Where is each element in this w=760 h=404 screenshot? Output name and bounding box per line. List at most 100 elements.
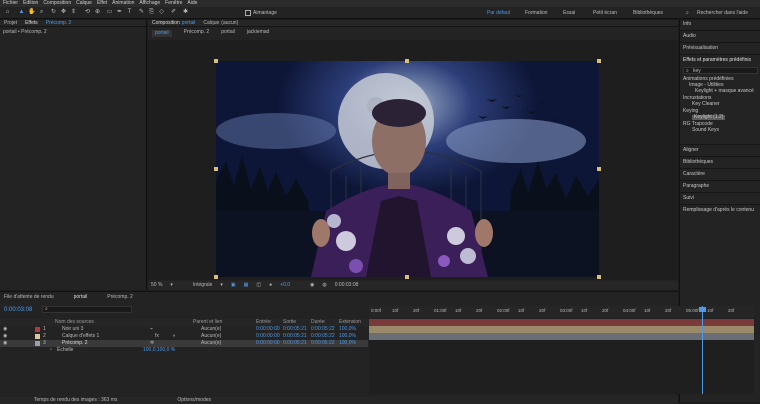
playhead[interactable]	[702, 306, 703, 394]
zoom-tool-icon[interactable]: ⌕	[38, 9, 45, 16]
breadcrumb-portail-2[interactable]: portail	[221, 30, 235, 37]
tab-layer[interactable]: Calque	[203, 20, 219, 26]
tab-comp-name[interactable]: portail	[182, 20, 196, 26]
tree-keylight[interactable]: Keylight (1.2)	[692, 115, 726, 120]
tab-timeline-precomp[interactable]: Précomp. 2	[107, 295, 133, 300]
label-color[interactable]	[35, 327, 40, 332]
layer-out[interactable]: 0:00:05:21	[283, 341, 307, 346]
transform-handle[interactable]	[597, 275, 601, 279]
puppet-tool-icon[interactable]: ✱	[182, 9, 189, 16]
transform-handle[interactable]	[214, 275, 218, 279]
parent-dropdown[interactable]: Aucun(e)	[201, 334, 221, 339]
layer-name[interactable]: Précomp. 2	[62, 341, 88, 346]
tree-key-cleaner[interactable]: Key Cleaner	[692, 102, 720, 107]
layer-stretch[interactable]: 100,0%	[339, 327, 356, 332]
color-channel-icon[interactable]: ●	[269, 283, 272, 288]
mask-visibility-icon[interactable]: ◫	[256, 283, 261, 288]
preview-frame[interactable]	[216, 61, 599, 277]
pan-behind-tool-icon[interactable]: ⊕	[94, 9, 101, 16]
panel-character[interactable]: Caractère	[683, 172, 705, 177]
pan-camera-icon[interactable]: ✥	[60, 9, 67, 16]
transparency-grid-icon[interactable]: ▦	[244, 283, 249, 288]
eye-icon[interactable]: ◉	[3, 341, 7, 346]
layer-name[interactable]: Calque d'effets 1	[62, 334, 99, 339]
layer-row[interactable]: ◉ 2 Calque d'effets 1 fx ◐ Aucun(e) 0:00…	[0, 333, 368, 340]
transform-handle[interactable]	[597, 167, 601, 171]
tab-composition[interactable]: Composition	[152, 20, 180, 26]
workspace-essentials[interactable]: Essai	[563, 11, 575, 16]
menu-fenetre[interactable]: Fenêtre	[165, 1, 182, 6]
search-help-icon[interactable]: ⌕	[686, 11, 689, 16]
menu-composition[interactable]: Composition	[43, 1, 71, 6]
panel-content-aware-fill[interactable]: Remplissage d'après le contenu	[683, 208, 754, 213]
effects-search-input[interactable]: key	[693, 69, 701, 74]
tab-project[interactable]: Projet	[4, 20, 17, 26]
scale-value[interactable]: 100,0,100,0 %	[143, 348, 175, 353]
rotation-tool-icon[interactable]: ⟲	[84, 9, 91, 16]
toggle-modes[interactable]: Options/modes	[177, 398, 211, 403]
panel-info[interactable]: Info	[683, 22, 691, 27]
transform-handle[interactable]	[405, 59, 409, 63]
transform-handle[interactable]	[214, 59, 218, 63]
effects-search-box[interactable]: ⌕ key	[683, 67, 758, 74]
timeline-tracks[interactable]: 0:00f 10f 20f 01:00f 10f 20f 02:00f 10f 20f 03:00…	[369, 306, 754, 394]
brush-tool-icon[interactable]: ✎	[138, 9, 145, 16]
layer-duration[interactable]: 0:00:05:22	[311, 341, 335, 346]
dolly-camera-icon[interactable]: ⇕	[70, 9, 77, 16]
layer-in[interactable]: 0:00:00:00	[256, 334, 280, 339]
parent-dropdown[interactable]: Aucun(e)	[201, 327, 221, 332]
timeline-timecode[interactable]: 0:00:03:08	[4, 307, 32, 313]
track-bar-3[interactable]	[369, 333, 754, 340]
quality-dropdown[interactable]: Intégrale	[193, 283, 212, 288]
menu-animation[interactable]: Animation	[112, 1, 134, 6]
panel-paragraph[interactable]: Paragraphe	[683, 184, 709, 189]
tab-precomp[interactable]: Précomp. 2	[46, 20, 72, 26]
label-color[interactable]	[35, 334, 40, 339]
home-icon[interactable]: ⌂	[4, 9, 11, 16]
panel-effects-presets[interactable]: Effets et paramètres prédéfinis	[683, 58, 751, 63]
show-channel-icon[interactable]: ◍	[322, 283, 326, 288]
panel-libraries[interactable]: Bibliothèques	[683, 160, 713, 165]
workspace-libraries[interactable]: Bibliothèques	[633, 11, 663, 16]
comp-viewer[interactable]	[148, 40, 678, 280]
tab-effects[interactable]: Effets	[25, 20, 38, 26]
layer-stretch[interactable]: 100,0%	[339, 334, 356, 339]
menu-calque[interactable]: Calque	[76, 1, 92, 6]
menu-fichier[interactable]: Fichier	[3, 1, 18, 6]
fx-switch-icon[interactable]: fx	[155, 334, 159, 339]
workspace-default[interactable]: Par défaut	[487, 11, 510, 16]
menu-affichage[interactable]: Affichage	[139, 1, 160, 6]
region-of-interest-icon[interactable]: ▣	[231, 283, 236, 288]
zoom-dropdown[interactable]: 50 %	[151, 283, 162, 288]
clone-stamp-tool-icon[interactable]: ⎘	[148, 9, 155, 16]
layer-duration[interactable]: 0:00:05:22	[311, 327, 335, 332]
tab-render-queue[interactable]: File d'attente de rendu	[4, 295, 54, 300]
workspace-training[interactable]: Formation	[525, 11, 548, 16]
menu-aide[interactable]: Aide	[187, 1, 197, 6]
viewer-timecode[interactable]: 0:00:03:08	[335, 283, 359, 288]
collapse-switch-icon[interactable]: ✲	[150, 341, 154, 346]
tree-sound-keys[interactable]: Sound Keys	[692, 128, 719, 133]
chevron-down-icon[interactable]: ▾	[220, 283, 223, 288]
pen-tool-icon[interactable]: ✒	[116, 9, 123, 16]
stopwatch-icon[interactable]: ◔	[49, 348, 52, 353]
menu-edition[interactable]: Edition	[23, 1, 38, 6]
layer-row-selected[interactable]: ◉ 3 Précomp. 2 ✲ Aucun(e) 0:00:00:00 0:0…	[0, 340, 368, 347]
breadcrumb-jackiemad[interactable]: jackiemad	[247, 30, 270, 37]
track-bar-1[interactable]	[369, 319, 754, 326]
rectangle-tool-icon[interactable]: ▭	[106, 9, 113, 16]
panel-audio[interactable]: Audio	[683, 34, 696, 39]
time-ruler[interactable]: 0:00f 10f 20f 01:00f 10f 20f 02:00f 10f 20f 03:00…	[369, 306, 754, 318]
panel-tracker[interactable]: Suivi	[683, 196, 694, 201]
shy-switch-icon[interactable]: ⌁	[150, 327, 153, 332]
orbit-camera-icon[interactable]: ↻	[50, 9, 57, 16]
layer-in[interactable]: 0:00:00:00	[256, 341, 280, 346]
chevron-down-icon[interactable]: ▾	[170, 283, 173, 288]
parent-dropdown[interactable]: Aucun(e)	[201, 341, 221, 346]
panel-preview[interactable]: Prévisualisation	[683, 46, 718, 51]
track-bar-2[interactable]	[369, 326, 754, 333]
roto-brush-tool-icon[interactable]: ✐	[170, 9, 177, 16]
layer-out[interactable]: 0:00:05:21	[283, 334, 307, 339]
snapshot-icon[interactable]: ◉	[310, 283, 314, 288]
eye-icon[interactable]: ◉	[3, 327, 7, 332]
